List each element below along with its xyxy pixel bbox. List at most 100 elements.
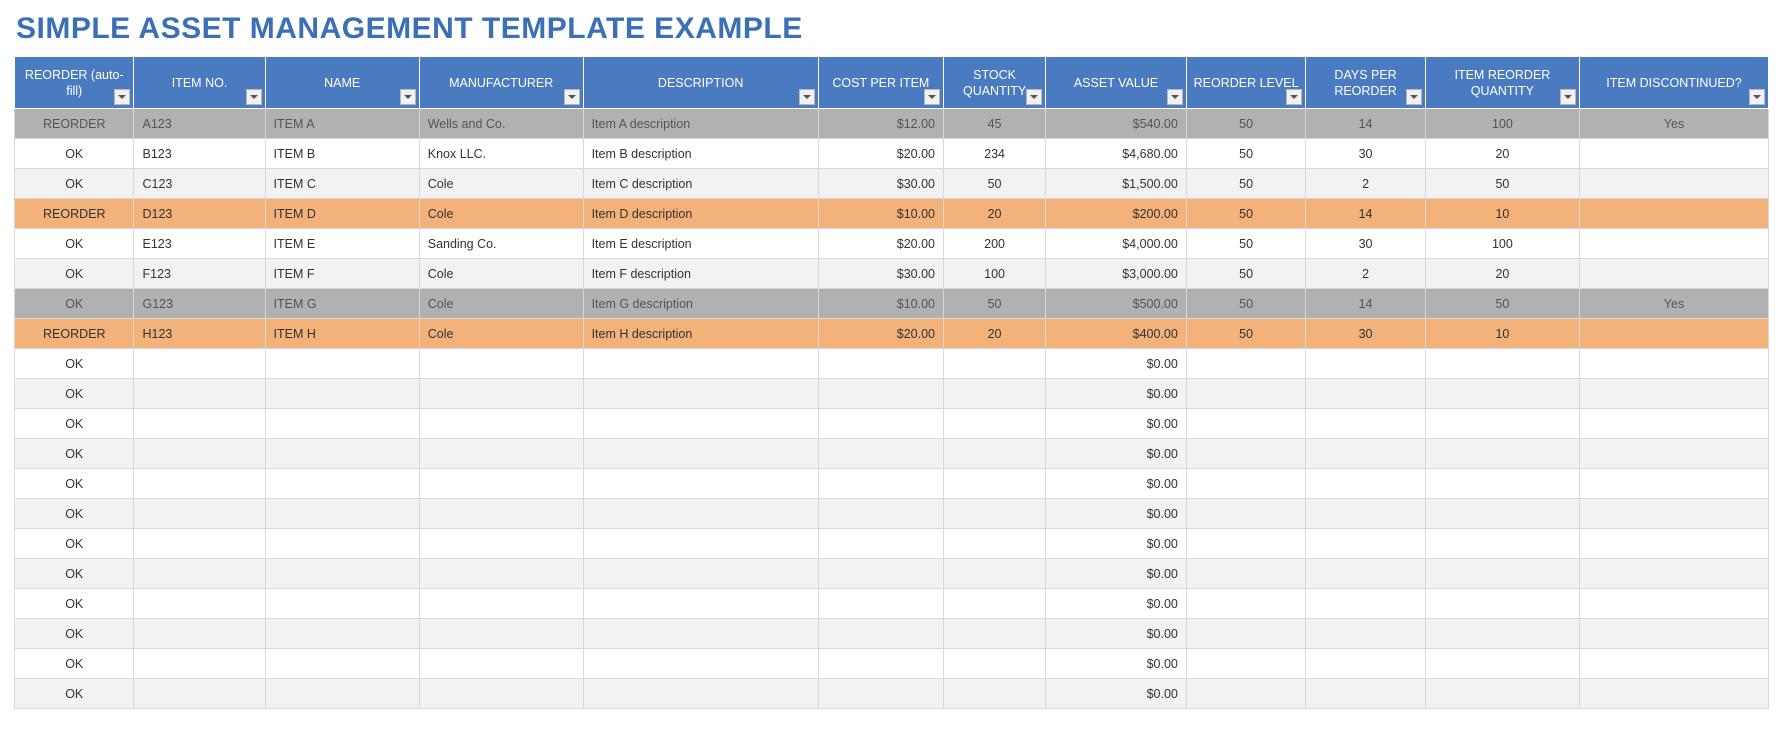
cell-level[interactable] (1186, 649, 1305, 679)
cell-description[interactable] (583, 649, 818, 679)
cell-name[interactable]: ITEM A (265, 109, 419, 139)
cell-description[interactable] (583, 619, 818, 649)
cell-cost[interactable] (818, 589, 943, 619)
cell-disc[interactable] (1580, 529, 1769, 559)
cell-stock[interactable]: 20 (944, 319, 1046, 349)
cell-item_no[interactable]: E123 (134, 229, 265, 259)
cell-description[interactable]: Item A description (583, 109, 818, 139)
cell-manufacturer[interactable] (419, 499, 583, 529)
cell-disc[interactable] (1580, 259, 1769, 289)
cell-cost[interactable] (818, 469, 943, 499)
cell-manufacturer[interactable] (419, 349, 583, 379)
cell-item_no[interactable]: H123 (134, 319, 265, 349)
cell-reqty[interactable]: 10 (1425, 199, 1579, 229)
cell-item_no[interactable]: C123 (134, 169, 265, 199)
cell-name[interactable] (265, 439, 419, 469)
cell-reqty[interactable]: 50 (1425, 169, 1579, 199)
filter-dropdown-icon[interactable] (1167, 89, 1183, 105)
cell-manufacturer[interactable]: Sanding Co. (419, 229, 583, 259)
cell-cost[interactable] (818, 379, 943, 409)
cell-disc[interactable] (1580, 499, 1769, 529)
cell-reorder[interactable]: OK (15, 529, 134, 559)
cell-name[interactable] (265, 409, 419, 439)
cell-reorder[interactable]: OK (15, 379, 134, 409)
cell-description[interactable] (583, 499, 818, 529)
cell-reqty[interactable] (1425, 439, 1579, 469)
cell-reorder[interactable]: OK (15, 559, 134, 589)
cell-name[interactable] (265, 559, 419, 589)
cell-reqty[interactable] (1425, 619, 1579, 649)
cell-description[interactable] (583, 439, 818, 469)
cell-stock[interactable]: 45 (944, 109, 1046, 139)
cell-days[interactable]: 14 (1306, 109, 1425, 139)
cell-description[interactable]: Item D description (583, 199, 818, 229)
cell-level[interactable]: 50 (1186, 259, 1305, 289)
cell-cost[interactable] (818, 499, 943, 529)
cell-reorder[interactable]: OK (15, 229, 134, 259)
cell-asset[interactable]: $0.00 (1046, 649, 1187, 679)
cell-description[interactable] (583, 469, 818, 499)
cell-cost[interactable]: $30.00 (818, 259, 943, 289)
cell-level[interactable] (1186, 349, 1305, 379)
cell-item_no[interactable] (134, 439, 265, 469)
cell-name[interactable]: ITEM E (265, 229, 419, 259)
cell-reqty[interactable] (1425, 589, 1579, 619)
cell-item_no[interactable] (134, 409, 265, 439)
cell-cost[interactable]: $20.00 (818, 139, 943, 169)
cell-item_no[interactable]: F123 (134, 259, 265, 289)
cell-description[interactable]: Item F description (583, 259, 818, 289)
cell-asset[interactable]: $0.00 (1046, 619, 1187, 649)
cell-stock[interactable] (944, 499, 1046, 529)
cell-stock[interactable]: 20 (944, 199, 1046, 229)
cell-description[interactable]: Item C description (583, 169, 818, 199)
cell-level[interactable]: 50 (1186, 289, 1305, 319)
filter-dropdown-icon[interactable] (799, 89, 815, 105)
cell-asset[interactable]: $0.00 (1046, 559, 1187, 589)
cell-cost[interactable]: $30.00 (818, 169, 943, 199)
cell-stock[interactable]: 50 (944, 169, 1046, 199)
cell-reorder[interactable]: OK (15, 139, 134, 169)
cell-item_no[interactable] (134, 649, 265, 679)
cell-disc[interactable] (1580, 589, 1769, 619)
cell-item_no[interactable] (134, 679, 265, 709)
cell-level[interactable]: 50 (1186, 109, 1305, 139)
cell-days[interactable] (1306, 409, 1425, 439)
cell-reorder[interactable]: OK (15, 619, 134, 649)
cell-days[interactable] (1306, 349, 1425, 379)
cell-stock[interactable] (944, 349, 1046, 379)
cell-cost[interactable]: $10.00 (818, 289, 943, 319)
cell-asset[interactable]: $0.00 (1046, 409, 1187, 439)
cell-reqty[interactable] (1425, 469, 1579, 499)
cell-asset[interactable]: $0.00 (1046, 349, 1187, 379)
cell-disc[interactable]: Yes (1580, 109, 1769, 139)
cell-asset[interactable]: $0.00 (1046, 379, 1187, 409)
cell-name[interactable] (265, 379, 419, 409)
cell-cost[interactable] (818, 349, 943, 379)
cell-days[interactable] (1306, 469, 1425, 499)
cell-level[interactable] (1186, 679, 1305, 709)
cell-manufacturer[interactable]: Cole (419, 319, 583, 349)
cell-asset[interactable]: $0.00 (1046, 529, 1187, 559)
cell-reorder[interactable]: OK (15, 589, 134, 619)
cell-name[interactable] (265, 649, 419, 679)
cell-name[interactable]: ITEM F (265, 259, 419, 289)
cell-level[interactable]: 50 (1186, 319, 1305, 349)
cell-name[interactable] (265, 589, 419, 619)
cell-days[interactable] (1306, 379, 1425, 409)
filter-dropdown-icon[interactable] (564, 89, 580, 105)
cell-description[interactable]: Item G description (583, 289, 818, 319)
cell-days[interactable]: 2 (1306, 169, 1425, 199)
cell-reqty[interactable]: 20 (1425, 139, 1579, 169)
cell-disc[interactable] (1580, 379, 1769, 409)
cell-name[interactable] (265, 499, 419, 529)
cell-reorder[interactable]: REORDER (15, 199, 134, 229)
cell-description[interactable] (583, 409, 818, 439)
cell-level[interactable]: 50 (1186, 169, 1305, 199)
cell-disc[interactable] (1580, 199, 1769, 229)
cell-manufacturer[interactable]: Cole (419, 169, 583, 199)
cell-disc[interactable] (1580, 169, 1769, 199)
filter-dropdown-icon[interactable] (246, 89, 262, 105)
cell-asset[interactable]: $4,680.00 (1046, 139, 1187, 169)
cell-name[interactable] (265, 469, 419, 499)
cell-asset[interactable]: $3,000.00 (1046, 259, 1187, 289)
